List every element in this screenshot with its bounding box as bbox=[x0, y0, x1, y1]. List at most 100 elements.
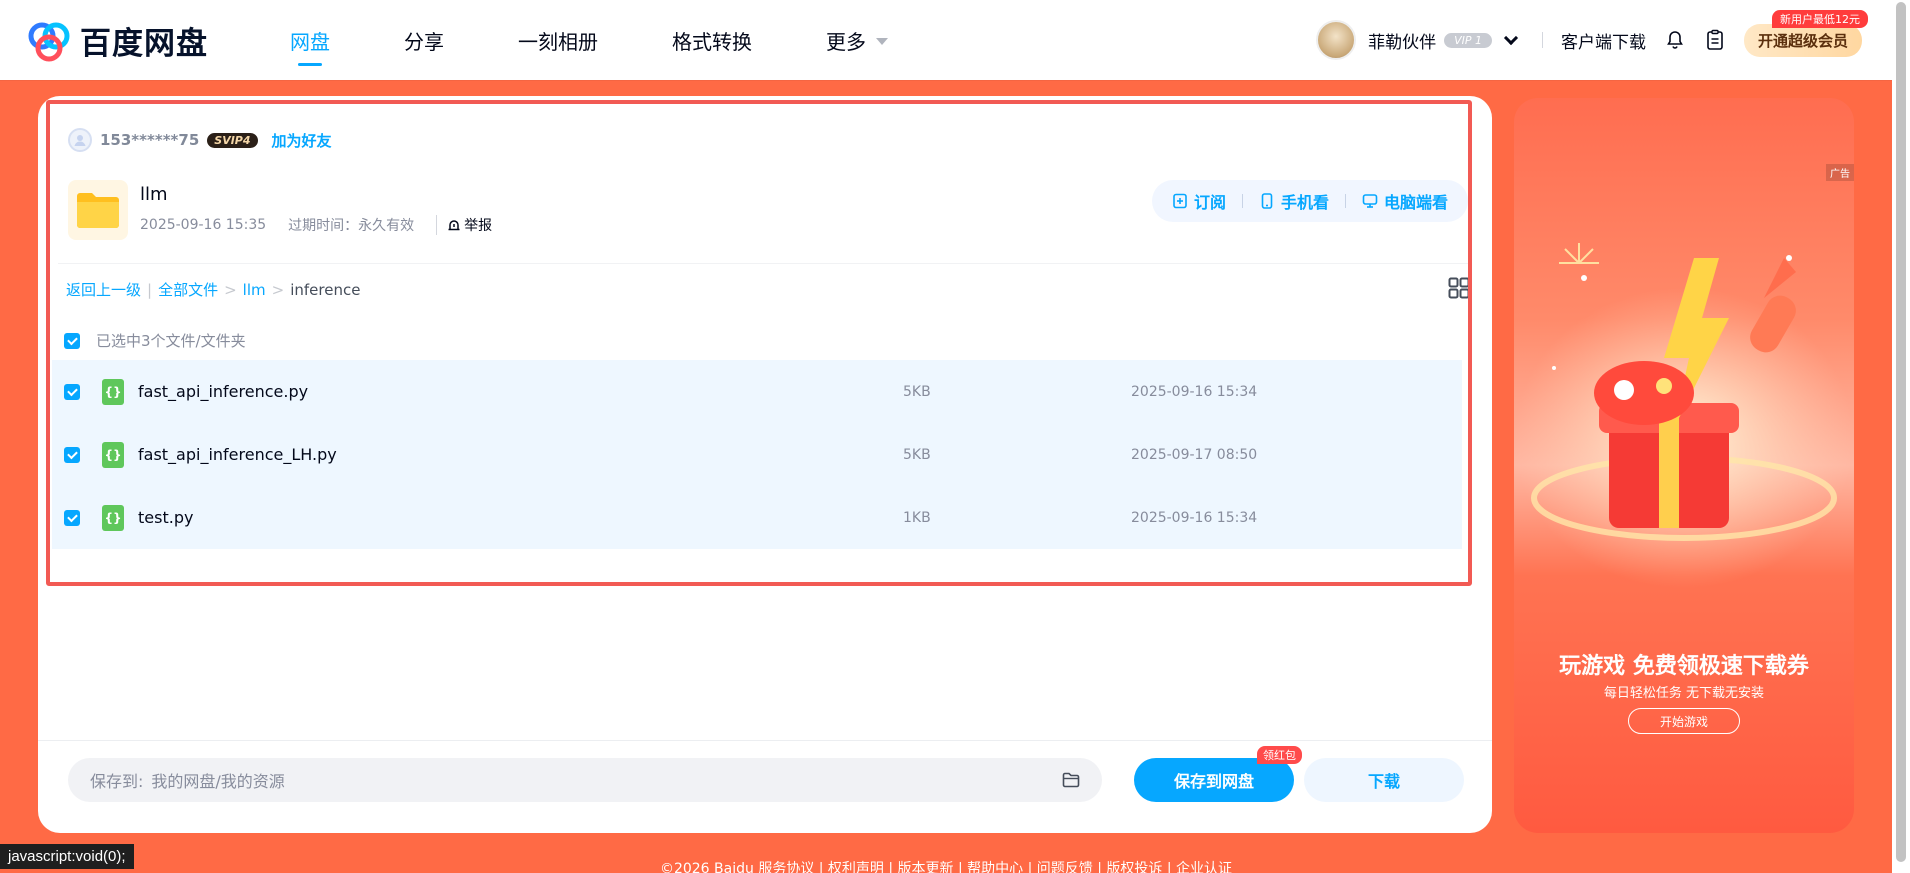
folder-picker-icon[interactable] bbox=[1062, 772, 1080, 788]
nav-more-label: 更多 bbox=[826, 29, 866, 54]
save-button-label: 保存到网盘 bbox=[1173, 772, 1254, 791]
table-row[interactable]: {} fast_api_inference_LH.py 5KB 2025-09-… bbox=[52, 423, 1462, 486]
file-name[interactable]: fast_api_inference.py bbox=[138, 382, 308, 401]
status-bar-url: javascript:void(0); bbox=[0, 844, 134, 869]
row-checkbox[interactable] bbox=[64, 509, 80, 526]
breadcrumb: 返回上一级 | 全部文件 > llm > inference bbox=[66, 279, 360, 300]
clipboard-icon[interactable] bbox=[1704, 29, 1726, 51]
table-row[interactable]: {} test.py 1KB 2025-09-16 15:34 bbox=[52, 486, 1462, 549]
brand-logo[interactable]: 百度网盘 bbox=[24, 18, 208, 63]
nav-format-convert[interactable]: 格式转换 bbox=[642, 0, 782, 80]
svip-badge: SVIP4 bbox=[207, 132, 258, 148]
main-nav: 网盘 分享 一刻相册 格式转换 更多 bbox=[260, 0, 932, 80]
ad-title: 玩游戏 免费领极速下载券 bbox=[1559, 654, 1809, 679]
file-size: 5KB bbox=[903, 446, 931, 463]
folder-meta: 2025-09-16 15:35 过期时间：永久有效 举报 bbox=[140, 215, 536, 235]
share-actions: 订阅 手机看 电脑端看 bbox=[1151, 180, 1468, 222]
file-name[interactable]: fast_api_inference_LH.py bbox=[138, 445, 337, 464]
phone-icon bbox=[1261, 193, 1273, 209]
brand-name: 百度网盘 bbox=[80, 26, 208, 62]
select-all-checkbox[interactable] bbox=[64, 332, 80, 349]
avatar[interactable] bbox=[1316, 20, 1357, 60]
save-path-value: 我的网盘/我的资源 bbox=[151, 772, 285, 791]
report-label: 举报 bbox=[464, 218, 493, 234]
nav-netdisk[interactable]: 网盘 bbox=[260, 0, 360, 80]
nav-album[interactable]: 一刻相册 bbox=[488, 0, 628, 80]
scrollbar-thumb[interactable] bbox=[1896, 2, 1906, 862]
file-name[interactable]: test.py bbox=[138, 508, 193, 527]
divider bbox=[58, 263, 1472, 264]
baidu-netdisk-logo-icon bbox=[28, 22, 70, 61]
share-created-time: 2025-09-16 15:35 bbox=[140, 217, 267, 233]
mobile-view-label: 手机看 bbox=[1280, 193, 1329, 212]
save-path-label: 保存到: bbox=[90, 772, 144, 791]
row-checkbox[interactable] bbox=[64, 446, 80, 463]
breadcrumb-separator: > bbox=[271, 280, 285, 299]
promo-badge: 新用户最低12元 bbox=[1772, 9, 1868, 28]
share-expire-time: 过期时间：永久有效 bbox=[288, 218, 415, 234]
mobile-view-button[interactable]: 手机看 bbox=[1253, 189, 1335, 213]
bell-icon[interactable] bbox=[1664, 29, 1686, 51]
divider bbox=[1344, 194, 1346, 208]
start-game-button[interactable]: 开始游戏 bbox=[1628, 708, 1740, 734]
divider bbox=[1541, 32, 1543, 48]
nav-share[interactable]: 分享 bbox=[374, 0, 474, 80]
user-avatar-icon bbox=[68, 128, 92, 152]
breadcrumb-separator: | bbox=[147, 280, 153, 299]
ad-banner[interactable]: 广告 玩游戏 免费领极速下载券 每日轻松任务 无下载无安装 开始游戏 bbox=[1514, 98, 1854, 833]
save-to-netdisk-button[interactable]: 保存到网盘 领红包 bbox=[1134, 746, 1302, 802]
subscribe-label: 订阅 bbox=[1193, 193, 1226, 212]
breadcrumb-all-files[interactable]: 全部文件 bbox=[158, 279, 218, 300]
red-packet-badge: 领红包 bbox=[1257, 746, 1302, 764]
vip-badge: VIP 1 bbox=[1444, 32, 1492, 48]
subscribe-icon bbox=[1173, 193, 1187, 209]
file-list: {} fast_api_inference.py 5KB 2025-09-16 … bbox=[52, 360, 1462, 549]
file-size: 1KB bbox=[903, 509, 931, 526]
report-link[interactable]: 举报 bbox=[436, 215, 514, 235]
folder-name: llm bbox=[140, 184, 168, 205]
ad-subtitle: 每日轻松任务 无下载无安装 bbox=[1603, 686, 1765, 701]
add-friend-link[interactable]: 加为好友 bbox=[272, 130, 332, 151]
folder-icon bbox=[68, 180, 128, 240]
sharer-id: 153******75 bbox=[100, 131, 200, 149]
divider bbox=[1241, 194, 1243, 208]
page-scrollbar[interactable] bbox=[1892, 0, 1910, 873]
grid-view-icon[interactable] bbox=[1448, 277, 1470, 299]
footer-links[interactable]: ©2026 Baidu 服务协议 | 权利声明 | 版本更新 | 帮助中心 | … bbox=[0, 858, 1892, 873]
user-name[interactable]: 菲勒伙伴 bbox=[1368, 28, 1436, 53]
breadcrumb-current: inference bbox=[290, 280, 361, 299]
user-area: 菲勒伙伴 VIP 1 客户端下载 开通超级会员 新用户最低12元 bbox=[1316, 0, 1868, 80]
monitor-icon bbox=[1362, 194, 1378, 208]
save-path-field[interactable]: 保存到: 我的网盘/我的资源 bbox=[68, 758, 1102, 802]
super-vip-label: 开通超级会员 bbox=[1757, 31, 1848, 50]
sharer-info: 153******75 SVIP4 加为好友 bbox=[68, 128, 332, 152]
python-file-icon: {} bbox=[102, 378, 124, 405]
divider bbox=[38, 740, 1492, 741]
file-date: 2025-09-16 15:34 bbox=[1131, 509, 1258, 526]
subscribe-button[interactable]: 订阅 bbox=[1166, 189, 1232, 213]
breadcrumb-separator: > bbox=[224, 280, 237, 299]
top-navbar: 百度网盘 网盘 分享 一刻相册 格式转换 更多 菲勒伙伴 VIP 1 客户端下载… bbox=[0, 0, 1892, 80]
caret-down-icon bbox=[876, 37, 888, 45]
super-vip-button[interactable]: 开通超级会员 新用户最低12元 bbox=[1743, 9, 1868, 57]
nav-more[interactable]: 更多 bbox=[796, 0, 918, 80]
client-download-link[interactable]: 客户端下载 bbox=[1561, 28, 1646, 53]
folder-header: llm 2025-09-16 15:35 过期时间：永久有效 举报 bbox=[68, 180, 536, 240]
file-size: 5KB bbox=[903, 383, 931, 400]
file-date: 2025-09-16 15:34 bbox=[1131, 383, 1258, 400]
download-button[interactable]: 下载 bbox=[1304, 758, 1464, 802]
pc-view-label: 电脑端看 bbox=[1383, 193, 1448, 212]
file-date: 2025-09-17 08:50 bbox=[1131, 446, 1258, 463]
chevron-down-icon[interactable] bbox=[1503, 30, 1519, 45]
folder-info: llm 2025-09-16 15:35 过期时间：永久有效 举报 bbox=[140, 180, 536, 240]
python-file-icon: {} bbox=[102, 504, 124, 531]
row-checkbox[interactable] bbox=[64, 383, 80, 400]
selection-count: 已选中3个文件/文件夹 bbox=[96, 332, 246, 350]
pc-view-button[interactable]: 电脑端看 bbox=[1356, 189, 1454, 213]
table-row[interactable]: {} fast_api_inference.py 5KB 2025-09-16 … bbox=[52, 360, 1462, 423]
share-card: 153******75 SVIP4 加为好友 llm 2025-09-16 15… bbox=[38, 96, 1492, 833]
python-file-icon: {} bbox=[102, 441, 124, 468]
breadcrumb-back[interactable]: 返回上一级 bbox=[66, 279, 141, 300]
gift-game-illustration-icon bbox=[1514, 243, 1854, 588]
breadcrumb-parent[interactable]: llm bbox=[243, 281, 266, 299]
